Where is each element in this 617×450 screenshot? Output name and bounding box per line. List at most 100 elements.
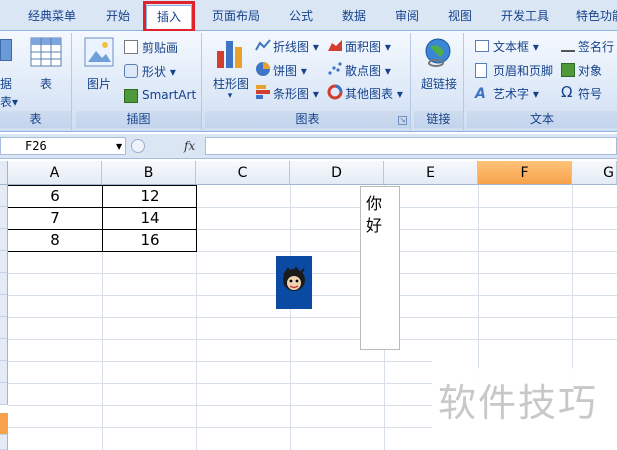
column-header-f[interactable]: F	[478, 161, 572, 185]
cartoon-avatar-icon	[283, 266, 305, 291]
header-footer-button[interactable]: 页眉和页脚	[493, 62, 553, 79]
row-header[interactable]	[0, 229, 8, 251]
header-footer-icon	[475, 63, 487, 78]
row-header[interactable]	[0, 339, 8, 361]
column-header-b[interactable]: B	[102, 161, 196, 185]
picture-button[interactable]: 图片	[82, 75, 116, 92]
line-chart-button[interactable]: 折线图 ▾	[273, 38, 319, 55]
column-header-g[interactable]: G	[572, 161, 617, 185]
textbox-icon	[475, 40, 489, 52]
area-chart-button[interactable]: 面积图 ▾	[345, 38, 391, 55]
row-header[interactable]	[0, 295, 8, 317]
row-header[interactable]	[0, 207, 8, 229]
tab-special-features[interactable]: 特色功能	[570, 7, 617, 31]
row-header[interactable]	[0, 251, 8, 273]
tables-group: 据 表▾ 表 表	[0, 33, 72, 130]
object-button[interactable]: 对象	[578, 62, 602, 79]
clipart-icon	[124, 40, 138, 54]
vertical-text-box[interactable]: 你 好	[360, 186, 400, 350]
gridline	[8, 339, 617, 340]
row-header[interactable]	[0, 435, 8, 450]
formula-bar: F26 ▼ fx	[0, 134, 617, 159]
gridline	[8, 273, 617, 274]
text-box-line: 好	[366, 216, 383, 235]
signature-line-button[interactable]: 签名行	[578, 38, 614, 55]
charts-dialog-launcher-icon[interactable]: ↘	[398, 116, 407, 125]
column-chart-button[interactable]: 柱形图	[209, 75, 253, 92]
name-box-dropdown-icon[interactable]: ▼	[116, 142, 122, 151]
ribbon-tab-bar: 经典菜单 开始 插入 页面布局 公式 数据 审阅 视图 开发工具 特色功能	[0, 0, 617, 32]
gridline	[572, 185, 573, 385]
signature-line-icon	[561, 40, 575, 52]
table-icon	[30, 37, 62, 67]
name-box[interactable]: F26	[0, 137, 126, 155]
tab-data[interactable]: 数据	[334, 7, 374, 31]
formula-input[interactable]	[205, 137, 617, 155]
column-header-d[interactable]: D	[290, 161, 384, 185]
symbol-button[interactable]: 符号	[578, 85, 602, 102]
pie-chart-icon	[256, 62, 270, 76]
cell-b3[interactable]: 16	[103, 229, 197, 251]
bar-chart-icon	[256, 85, 270, 99]
shapes-button[interactable]: 形状 ▾	[142, 63, 176, 80]
select-all-corner[interactable]	[0, 161, 8, 185]
gridline	[8, 317, 617, 318]
pivot-table-dropdown[interactable]: 表▾	[0, 93, 18, 110]
row-header-selected[interactable]	[0, 413, 8, 435]
tab-developer[interactable]: 开发工具	[493, 7, 557, 31]
tab-formulas[interactable]: 公式	[281, 7, 321, 31]
clipart-button[interactable]: 剪贴画	[142, 39, 178, 56]
tab-insert[interactable]: 插入	[146, 5, 192, 32]
row-header[interactable]	[0, 185, 8, 207]
column-chart-dropdown[interactable]: ▾	[223, 91, 237, 101]
hyperlink-globe-icon	[425, 38, 451, 67]
row-header[interactable]	[0, 361, 8, 383]
column-header-c[interactable]: C	[196, 161, 290, 185]
scatter-chart-button[interactable]: 散点图 ▾	[345, 62, 391, 79]
symbol-omega-icon: Ω	[561, 83, 573, 101]
row-header[interactable]	[0, 317, 8, 339]
object-icon	[561, 63, 575, 77]
tab-page-layout[interactable]: 页面布局	[204, 7, 268, 31]
textbox-button[interactable]: 文本框 ▾	[493, 38, 539, 55]
gridline	[8, 427, 432, 428]
table-button[interactable]: 表	[36, 75, 56, 92]
text-group: 文本框 ▾ 页眉和页脚 A 艺术字 ▾ 签名行 对象 Ω 符号 文本	[467, 33, 617, 130]
cell-a1[interactable]: 6	[8, 185, 102, 207]
row-header[interactable]	[0, 383, 8, 405]
scatter-chart-icon	[328, 62, 342, 75]
other-charts-button[interactable]: 其他图表 ▾	[345, 85, 403, 102]
shapes-icon	[124, 64, 138, 78]
pivot-table-button[interactable]: 据	[0, 75, 12, 92]
wordart-button[interactable]: 艺术字 ▾	[493, 85, 539, 102]
pie-chart-button[interactable]: 饼图 ▾	[273, 62, 307, 79]
formula-cancel-icon[interactable]	[131, 139, 145, 153]
cell-a3[interactable]: 8	[8, 229, 102, 251]
illustrations-group: 图片 剪贴画 形状 ▾ SmartArt 插图	[76, 33, 202, 130]
tab-review[interactable]: 审阅	[387, 7, 427, 31]
text-group-title: 文本	[467, 111, 617, 128]
illustrations-group-title: 插图	[76, 111, 201, 128]
tab-classic-menu[interactable]: 经典菜单	[22, 7, 82, 31]
inserted-picture[interactable]	[276, 256, 312, 309]
area-chart-icon	[328, 40, 342, 51]
tab-home[interactable]: 开始	[96, 7, 140, 31]
cell-a2[interactable]: 7	[8, 207, 102, 229]
hyperlink-button[interactable]: 超链接	[416, 75, 462, 92]
gridline	[8, 405, 432, 406]
cell-b1[interactable]: 12	[103, 185, 197, 207]
picture-icon	[84, 37, 114, 67]
smartart-button[interactable]: SmartArt	[142, 88, 196, 102]
column-header-e[interactable]: E	[384, 161, 478, 185]
bar-chart-button[interactable]: 条形图 ▾	[273, 85, 319, 102]
gridline	[8, 295, 617, 296]
column-header-a[interactable]: A	[8, 161, 102, 185]
insert-function-button[interactable]: fx	[184, 139, 195, 153]
tables-group-title: 表	[0, 111, 71, 128]
gridline	[478, 185, 479, 385]
cell-b2[interactable]: 14	[103, 207, 197, 229]
watermark: 软件技巧	[432, 368, 617, 450]
row-header[interactable]	[0, 273, 8, 295]
wordart-icon: A	[475, 86, 486, 102]
tab-view[interactable]: 视图	[440, 7, 480, 31]
